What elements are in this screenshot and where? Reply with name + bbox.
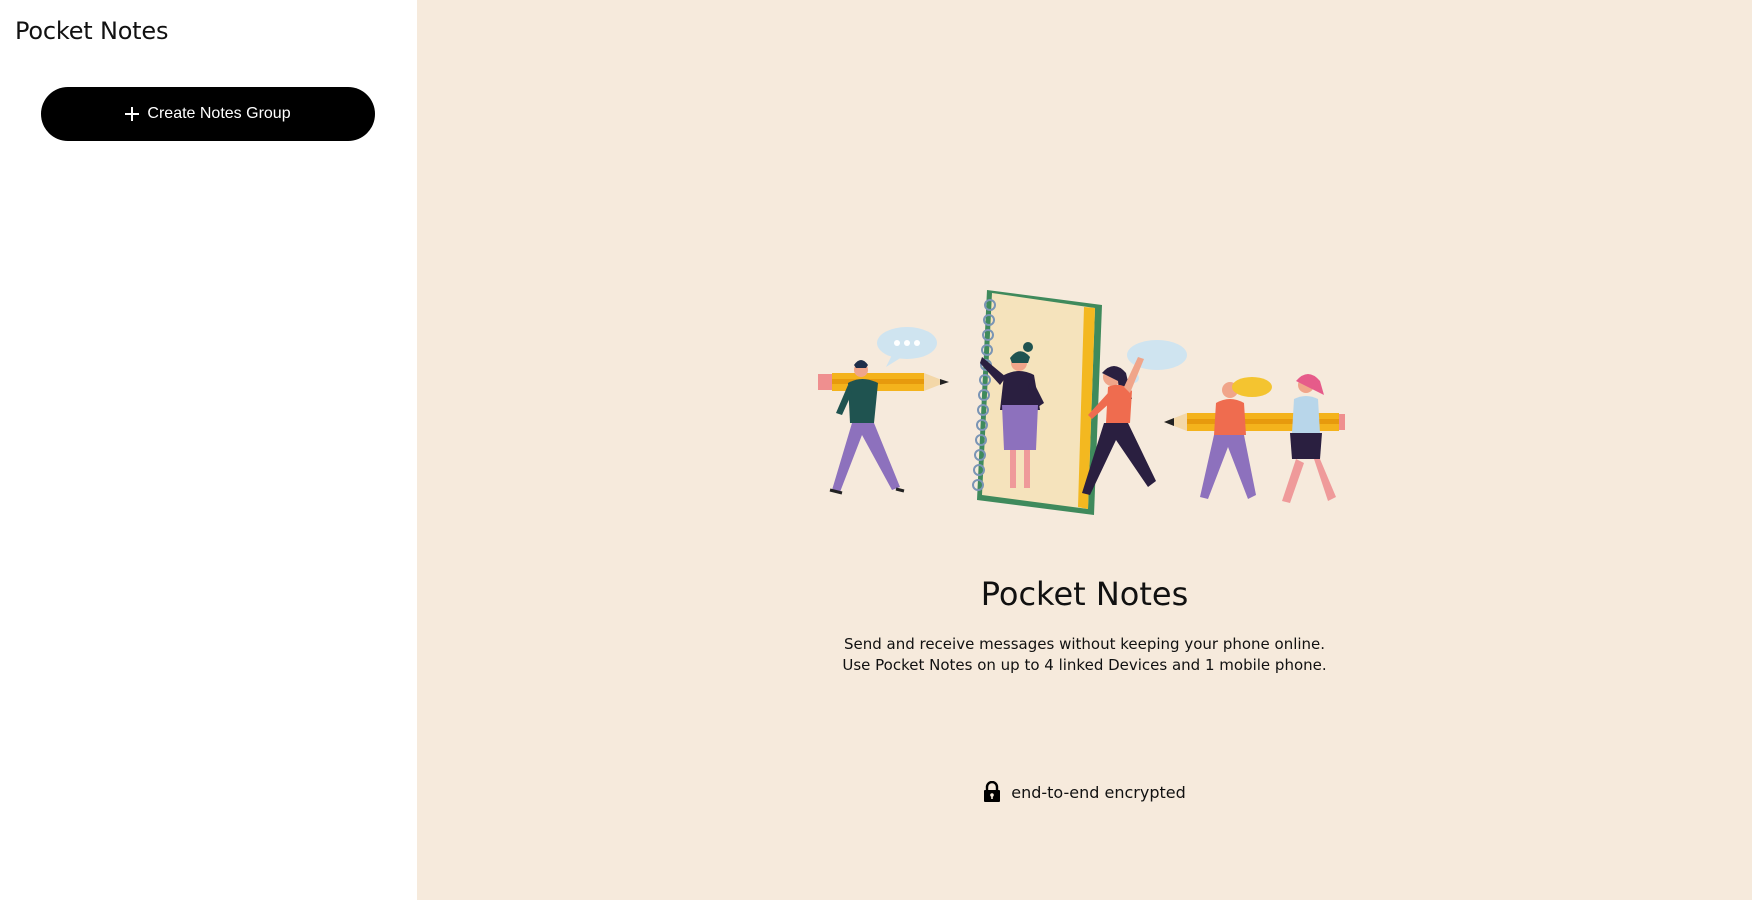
app-root: Pocket Notes Create Notes Group Pocket N… bbox=[0, 0, 1752, 900]
hero-description-line: Use Pocket Notes on up to 4 linked Devic… bbox=[842, 656, 1327, 674]
hero-illustration bbox=[818, 290, 1345, 515]
plus-icon bbox=[125, 107, 140, 121]
hero-title: Pocket Notes bbox=[980, 575, 1189, 613]
encryption-notice: end-to-end encrypted bbox=[417, 781, 1752, 803]
person-carrying-pencil-front bbox=[1200, 377, 1272, 499]
lock-icon bbox=[984, 781, 1001, 802]
create-notes-group-label: Create Notes Group bbox=[147, 105, 291, 122]
sidebar: Pocket Notes Create Notes Group bbox=[0, 0, 417, 900]
hero-description-line: Send and receive messages without keepin… bbox=[843, 635, 1326, 653]
speech-bubble-left bbox=[877, 327, 937, 367]
main-panel: Pocket Notes Send and receive messages w… bbox=[417, 0, 1752, 900]
create-notes-group-button[interactable]: Create Notes Group bbox=[41, 87, 375, 141]
encryption-notice-text: end-to-end encrypted bbox=[1011, 782, 1186, 802]
hero-description: Send and receive messages without keepin… bbox=[417, 634, 1752, 676]
sidebar-title: Pocket Notes bbox=[15, 17, 169, 45]
person-carrying-pencil-back bbox=[1282, 374, 1336, 503]
pencil-left bbox=[818, 373, 949, 391]
